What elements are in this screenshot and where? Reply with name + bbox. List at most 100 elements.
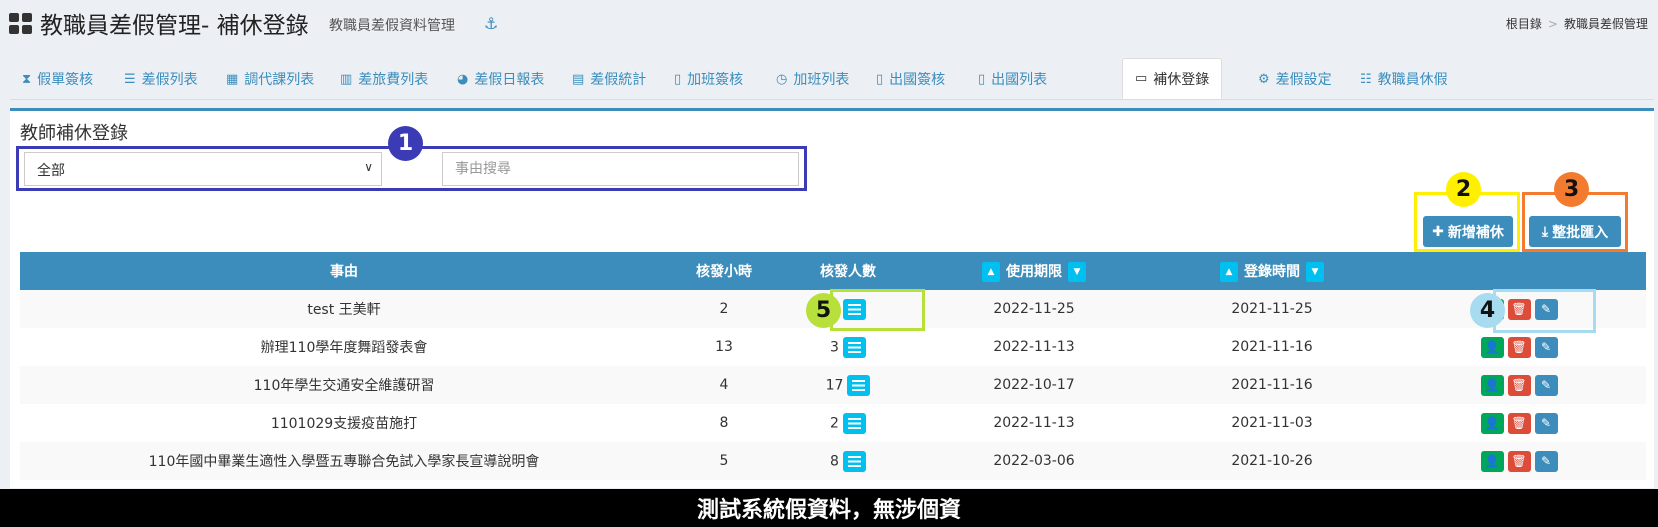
- reason-search-input[interactable]: [442, 152, 799, 186]
- breadcrumb-current: 教職員差假管理: [1563, 17, 1648, 31]
- cell-people: 8: [780, 442, 916, 480]
- test-data-banner: 測試系統假資料，無涉個資: [0, 489, 1658, 527]
- annotation-badge-5: 5: [806, 293, 841, 328]
- cell-reason: 110年學生交通安全維護研習: [20, 366, 668, 404]
- cell-people: 3: [780, 328, 916, 366]
- add-user-icon[interactable]: 👤: [1480, 336, 1504, 358]
- batch-import-button[interactable]: ⤓ 整批匯入: [1529, 216, 1621, 247]
- add-user-icon[interactable]: 👤: [1480, 374, 1504, 396]
- breadcrumb: 根目錄 > 教職員差假管理: [1506, 15, 1648, 32]
- breadcrumb-root[interactable]: 根目錄: [1506, 17, 1542, 31]
- gears-icon: ⚙: [1258, 71, 1270, 87]
- plus-icon: ✚: [1432, 223, 1444, 240]
- cell-registered: 2021-11-16: [1231, 339, 1313, 355]
- cell-reason: 辦理110學年度舞蹈發表會: [260, 340, 428, 356]
- add-user-icon[interactable]: 👤: [1480, 450, 1504, 472]
- people-list-icon[interactable]: [842, 412, 866, 434]
- people-list-icon[interactable]: [847, 374, 871, 396]
- table-row: 1101029支援疫苗施打 8 2 2022-11-13 2021-11-03 …: [20, 404, 1646, 442]
- annotation-frame-5: [830, 289, 925, 331]
- table-icon: ▦: [226, 71, 239, 87]
- edit-icon[interactable]: ✎: [1534, 450, 1558, 472]
- people-list-icon[interactable]: [842, 450, 866, 472]
- annotation-frame-4: [1493, 289, 1596, 333]
- annotation-badge-2: 2: [1446, 172, 1481, 207]
- sort-asc-icon[interactable]: ▲: [982, 261, 1000, 282]
- list-icon: ☰: [124, 71, 136, 87]
- cell-registered: 2021-10-26: [1152, 442, 1392, 480]
- tab-abroad-list[interactable]: ▯ 出國列表: [966, 60, 1059, 98]
- cell-reason: 1101029支援疫苗施打: [270, 416, 418, 432]
- column-header-people: 核發人數: [780, 252, 916, 290]
- column-header-actions: [1392, 252, 1646, 290]
- tab-substitute-list[interactable]: ▦ 調代課列表: [214, 60, 326, 98]
- cell-expiry: 2022-11-13: [993, 415, 1075, 431]
- chevron-down-icon: ∨: [364, 160, 373, 174]
- table-row: 110年學生交通安全維護研習 4 17 2022-10-17 2021-11-1…: [20, 366, 1646, 404]
- cell-hours: 4: [668, 366, 780, 404]
- cell-reason: test 王美軒: [20, 290, 668, 328]
- trash-icon[interactable]: 🗑: [1507, 374, 1531, 396]
- cell-registered: 2021-11-16: [1152, 366, 1392, 404]
- file-icon: ▯: [978, 71, 986, 87]
- trash-icon[interactable]: 🗑: [1507, 336, 1531, 358]
- cell-expiry: 2022-03-06: [916, 442, 1152, 480]
- column-header-reason: 事由: [20, 252, 668, 290]
- trash-icon[interactable]: 🗑: [1507, 450, 1531, 472]
- cell-expiry: 2022-10-17: [916, 366, 1152, 404]
- file-icon: ▯: [674, 71, 682, 87]
- sort-desc-icon[interactable]: ▼: [1306, 261, 1324, 282]
- tab-leave-statistics[interactable]: ▤ 差假統計: [560, 60, 658, 98]
- tab-abroad-approval[interactable]: ▯ 出國簽核: [864, 60, 957, 98]
- cell-hours: 2: [668, 290, 780, 328]
- tab-leave-list[interactable]: ☰ 差假列表: [112, 60, 210, 98]
- annotation-badge-3: 3: [1554, 172, 1589, 207]
- cell-actions: 👤🗑✎: [1392, 442, 1646, 480]
- cell-registered: 2021-11-25: [1152, 290, 1392, 328]
- tab-overtime-approval[interactable]: ▯ 加班簽核: [662, 60, 755, 98]
- cell-registered: 2021-11-03: [1231, 415, 1313, 431]
- download-icon: ⤓: [1541, 223, 1549, 240]
- cell-actions: 👤🗑✎: [1392, 404, 1646, 442]
- battery-icon: ▭: [1135, 71, 1148, 86]
- cell-reason: 110年國中畢業生適性入學暨五專聯合免試入學家長宣導說明會: [20, 442, 668, 480]
- sliders-icon: ☷: [1360, 71, 1372, 87]
- tab-travel-expense-list[interactable]: ▥ 差旅費列表: [328, 60, 440, 98]
- pie-chart-icon: ◕: [457, 71, 469, 87]
- table-header-row: 事由 核發小時 核發人數 ▲ 使用期限 ▼ ▲ 登錄時間 ▼: [20, 252, 1646, 290]
- column-header-registered: ▲ 登錄時間 ▼: [1152, 252, 1392, 290]
- breadcrumb-separator: >: [1547, 17, 1558, 31]
- cell-hours: 8: [719, 415, 729, 431]
- cell-actions: 👤🗑✎: [1392, 366, 1646, 404]
- people-list-icon[interactable]: [842, 336, 866, 358]
- column-header-expiry: ▲ 使用期限 ▼: [916, 252, 1152, 290]
- annotation-badge-4: 4: [1470, 293, 1505, 328]
- sort-desc-icon[interactable]: ▼: [1068, 261, 1086, 282]
- tab-leave-daily-report[interactable]: ◕ 差假日報表: [445, 60, 556, 98]
- add-compensatory-leave-button[interactable]: ✚ 新增補休: [1423, 216, 1513, 247]
- anchor-icon[interactable]: ⚓: [484, 14, 498, 33]
- tab-leave-approval[interactable]: ⧗ 假單簽核: [10, 60, 105, 98]
- clock-icon: ◷: [776, 71, 788, 87]
- panel-title: 教師補休登錄: [20, 123, 128, 144]
- file-icon: ▯: [876, 71, 884, 87]
- page-title: 教職員差假管理- 補休登錄: [40, 13, 309, 39]
- tab-overtime-list[interactable]: ◷ 加班列表: [764, 60, 861, 98]
- edit-icon[interactable]: ✎: [1534, 336, 1558, 358]
- cell-expiry: 2022-11-13: [993, 339, 1075, 355]
- edit-icon[interactable]: ✎: [1534, 374, 1558, 396]
- tab-staff-vacation[interactable]: ☷ 教職員休假: [1348, 60, 1460, 98]
- edit-icon[interactable]: ✎: [1534, 412, 1558, 434]
- tab-compensatory-leave[interactable]: ▭ 補休登錄: [1122, 58, 1223, 99]
- add-user-icon[interactable]: 👤: [1480, 412, 1504, 434]
- tab-bar: ⧗ 假單簽核 ☰ 差假列表 ▦ 調代課列表 ▥ 差旅費列表 ◕ 差假日報表 ▤ 差假統計 ▯…: [10, 58, 1654, 100]
- hourglass-icon: ⧗: [22, 71, 32, 87]
- table-row: 辦理110學年度舞蹈發表會 13 3 2022-11-13 2021-11-16…: [20, 328, 1646, 366]
- sort-asc-icon[interactable]: ▲: [1220, 261, 1238, 282]
- trash-icon[interactable]: 🗑: [1507, 412, 1531, 434]
- calculator-icon: ▤: [572, 71, 585, 87]
- category-filter-select[interactable]: 全部 ∨: [24, 152, 382, 186]
- annotation-badge-1: 1: [388, 126, 423, 161]
- tab-leave-settings[interactable]: ⚙ 差假設定: [1246, 60, 1344, 98]
- compensatory-leave-table: 事由 核發小時 核發人數 ▲使用期限▼ ▲登錄時間▼ test 王美軒 2 1 …: [20, 252, 1646, 480]
